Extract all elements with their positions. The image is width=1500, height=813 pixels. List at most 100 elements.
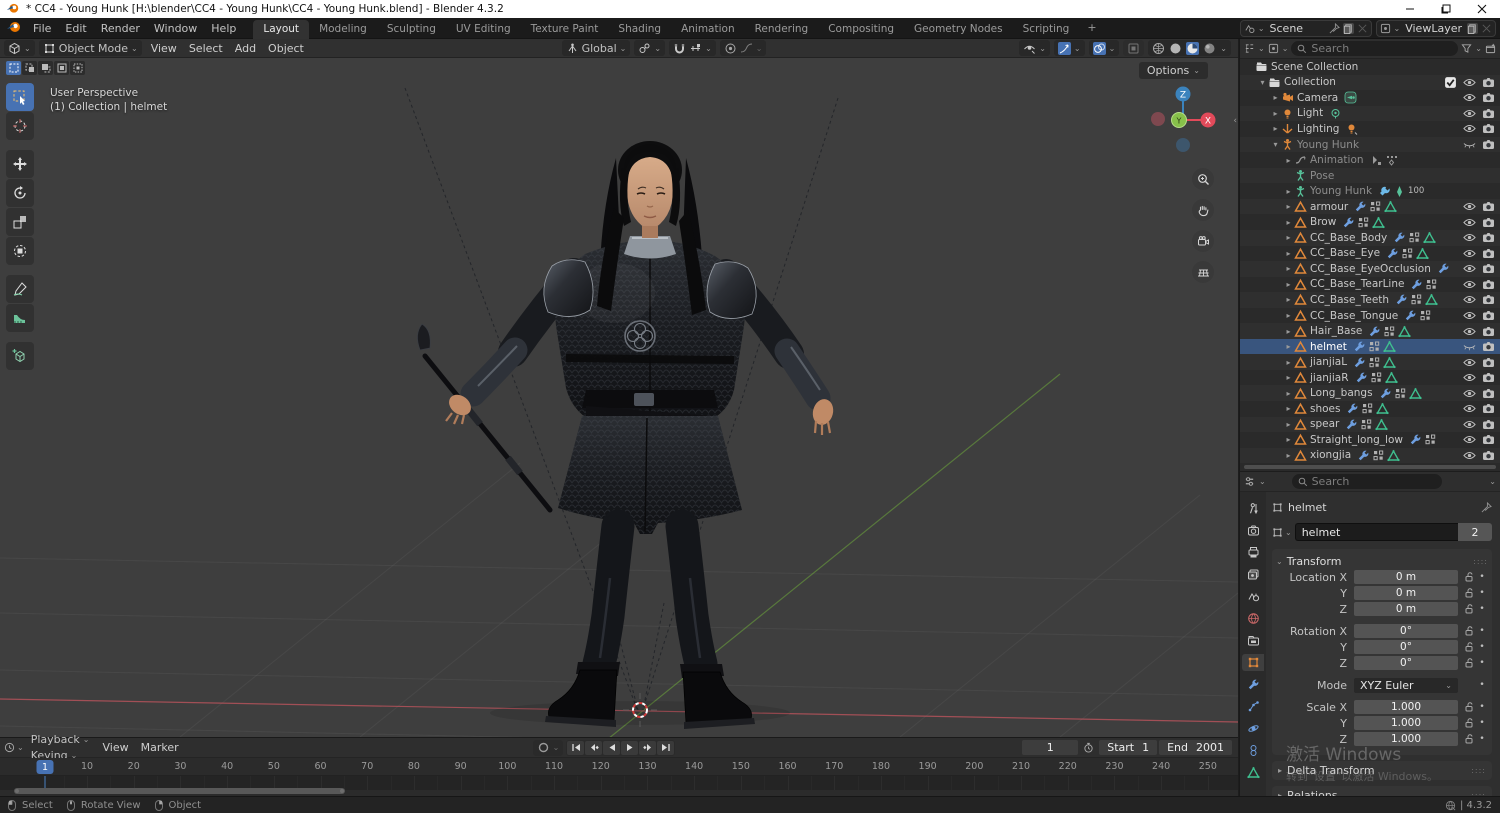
animate-dot[interactable]: • <box>1476 626 1488 636</box>
outliner-row-cc-base-body[interactable]: ▸ CC_Base_Body <box>1240 230 1500 246</box>
eye-icon[interactable] <box>1463 262 1476 275</box>
expand-toggle[interactable]: ▸ <box>1283 233 1294 242</box>
pivot-point-button[interactable]: ⌄ <box>634 40 666 56</box>
minimize-button[interactable] <box>1392 0 1428 18</box>
camera-view-button[interactable] <box>1192 230 1214 252</box>
show-object-types[interactable]: ⌄ <box>1019 40 1050 56</box>
region-collapse-chevron[interactable]: ‹ <box>1233 116 1237 126</box>
frame-end-field[interactable]: End 2001 <box>1159 740 1232 755</box>
camera-icon[interactable] <box>1482 107 1495 120</box>
animate-dot[interactable]: • <box>1476 572 1488 582</box>
expand-toggle[interactable]: ▸ <box>1283 187 1294 196</box>
zoom-view-button[interactable] <box>1192 168 1214 190</box>
camera-icon[interactable] <box>1482 278 1495 291</box>
outliner-row-cc-base-tearline[interactable]: ▸ CC_Base_TearLine <box>1240 277 1500 293</box>
prev-keyframe-button[interactable] <box>585 740 603 755</box>
expand-toggle[interactable]: ▸ <box>1283 218 1294 227</box>
expand-toggle[interactable]: ▸ <box>1283 389 1294 398</box>
outliner-row-hair-base[interactable]: ▸ Hair_Base <box>1240 323 1500 339</box>
expand-toggle[interactable]: ▸ <box>1283 435 1294 444</box>
tool-transform[interactable] <box>6 237 34 265</box>
auto-keying-toggle[interactable]: ⌄ <box>532 739 564 756</box>
eye-icon[interactable] <box>1463 449 1476 462</box>
panel-delta-transform[interactable]: ▸ Delta Transform:::: <box>1272 761 1492 780</box>
expand-toggle[interactable]: ▸ <box>1283 327 1294 336</box>
proportional-edit-group[interactable]: ⌄ <box>719 40 767 56</box>
outliner-display-mode-icon[interactable] <box>1268 43 1279 54</box>
playhead-label[interactable]: 1 <box>36 760 54 774</box>
viewport-menu-object[interactable]: Object <box>262 41 310 56</box>
menu-help[interactable]: Help <box>204 20 243 37</box>
eye-icon[interactable] <box>1463 325 1476 338</box>
viewport-3d[interactable]: User Perspective (1) Collection | helmet… <box>0 58 1238 737</box>
timeline-menu-playback[interactable]: Playback ⌄ <box>27 732 94 748</box>
jump-to-end-button[interactable] <box>657 740 675 755</box>
outliner-row-xiongjia[interactable]: ▸ xiongjia <box>1240 448 1500 464</box>
expand-toggle[interactable]: ▸ <box>1283 202 1294 211</box>
tab-sculpting[interactable]: Sculpting <box>377 20 446 39</box>
outliner-row-pose[interactable]: Pose <box>1240 168 1500 184</box>
lock-open-icon[interactable] <box>1462 588 1476 598</box>
properties-tab-output[interactable] <box>1242 544 1264 561</box>
animate-dot[interactable]: • <box>1476 680 1488 690</box>
shading-solid-icon[interactable] <box>1169 42 1182 55</box>
tab-texture-paint[interactable]: Texture Paint <box>521 20 609 39</box>
gizmos-toggle[interactable]: ⌄ <box>1053 40 1085 56</box>
menu-file[interactable]: File <box>26 20 58 37</box>
new-collection-icon[interactable] <box>1485 43 1496 54</box>
transform-value-field[interactable]: 0 m <box>1354 586 1458 601</box>
select-mode-invert[interactable] <box>54 61 69 75</box>
eye-icon[interactable] <box>1463 200 1476 213</box>
outliner-row-lighting[interactable]: ▸ Lighting <box>1240 121 1500 137</box>
transform-value-field[interactable]: 1.000 <box>1354 716 1458 731</box>
overlays-toggle[interactable]: ⌄ <box>1088 40 1120 56</box>
eye-icon[interactable] <box>1463 107 1476 120</box>
preview-range-icon[interactable] <box>1083 742 1094 753</box>
outliner-row-cc-base-eye[interactable]: ▸ CC_Base_Eye <box>1240 246 1500 262</box>
expand-toggle[interactable]: ▸ <box>1283 249 1294 258</box>
properties-editor-icon[interactable] <box>1244 476 1255 487</box>
camera-icon[interactable] <box>1482 433 1495 446</box>
outliner-hscrollbar[interactable] <box>1244 465 1496 469</box>
transform-value-field[interactable]: 1.000 <box>1354 732 1458 747</box>
eye-icon[interactable] <box>1463 402 1476 415</box>
tab-shading[interactable]: Shading <box>608 20 671 39</box>
outliner-row-straight-long-low[interactable]: ▸ Straight_long_low <box>1240 432 1500 448</box>
animate-dot[interactable]: • <box>1476 658 1488 668</box>
shading-rendered-icon[interactable] <box>1203 42 1216 55</box>
checkbox-icon[interactable] <box>1444 76 1457 89</box>
menu-render[interactable]: Render <box>94 20 147 37</box>
animate-dot[interactable]: • <box>1476 588 1488 598</box>
outliner-row-spear[interactable]: ▸ spear <box>1240 417 1500 433</box>
outliner-search-input[interactable]: Search <box>1291 41 1459 56</box>
transform-value-field[interactable]: 0° <box>1354 624 1458 639</box>
lock-open-icon[interactable] <box>1462 658 1476 668</box>
tab-modeling[interactable]: Modeling <box>309 20 377 39</box>
shading-wireframe-icon[interactable] <box>1152 42 1165 55</box>
camera-icon[interactable] <box>1482 340 1495 353</box>
tab-layout[interactable]: Layout <box>253 19 310 39</box>
camera-icon[interactable] <box>1482 387 1495 400</box>
expand-toggle[interactable]: ▸ <box>1270 93 1281 102</box>
camera-icon[interactable] <box>1482 138 1495 151</box>
outliner-row-animation[interactable]: ▸ Animation <box>1240 152 1500 168</box>
unlink-scene-icon[interactable] <box>1357 23 1368 34</box>
camera-icon[interactable] <box>1482 247 1495 260</box>
outliner-row-young-hunk[interactable]: ▸ Young Hunk 100 <box>1240 183 1500 199</box>
properties-tab-scene[interactable] <box>1242 588 1264 605</box>
select-mode-set[interactable] <box>6 61 21 75</box>
outliner-row-collection[interactable]: ▾ Collection <box>1240 75 1500 91</box>
eye-icon[interactable] <box>1463 122 1476 135</box>
xray-toggle[interactable] <box>1123 40 1145 56</box>
outliner-editor-icon[interactable] <box>1244 43 1255 54</box>
select-mode-intersect[interactable] <box>70 61 85 75</box>
expand-toggle[interactable]: ▸ <box>1283 420 1294 429</box>
lock-open-icon[interactable] <box>1462 572 1476 582</box>
camera-icon[interactable] <box>1482 293 1495 306</box>
lock-open-icon[interactable] <box>1462 626 1476 636</box>
next-keyframe-button[interactable] <box>639 740 657 755</box>
properties-tab-object[interactable] <box>1242 654 1264 671</box>
expand-toggle[interactable]: ▸ <box>1283 311 1294 320</box>
lock-open-icon[interactable] <box>1462 734 1476 744</box>
editor-type-button[interactable]: ⌄ <box>4 40 35 56</box>
